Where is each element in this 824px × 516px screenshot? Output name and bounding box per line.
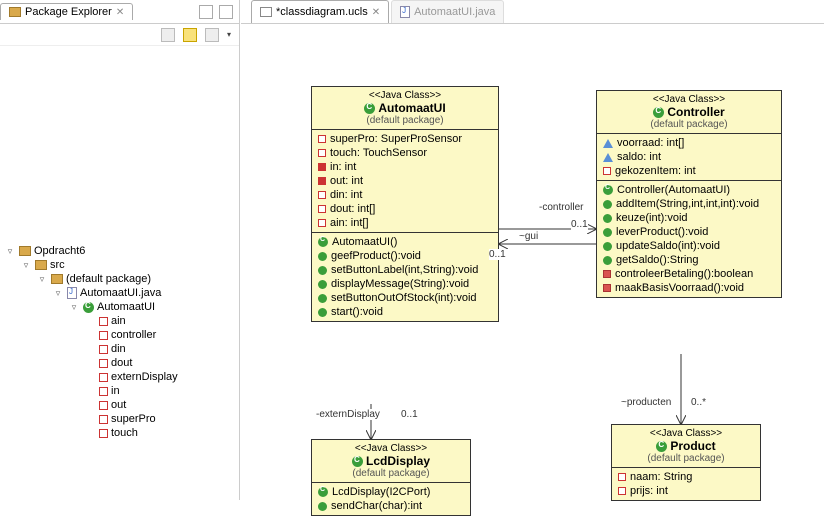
visibility-private-icon <box>603 270 611 278</box>
tree-class[interactable]: ▿AutomaatUI <box>4 300 235 314</box>
tree-field[interactable]: externDisplay <box>4 370 235 384</box>
visibility-public-icon <box>318 294 327 303</box>
visibility-public-icon <box>318 502 327 511</box>
project-icon <box>19 246 31 256</box>
visibility-public-icon <box>603 214 612 223</box>
visibility-private-icon <box>603 167 611 175</box>
visibility-public-icon <box>318 308 327 317</box>
visibility-default-icon <box>318 177 326 185</box>
collapse-all-icon[interactable] <box>161 28 175 42</box>
package-explorer-panel: Package Explorer ✕ ▾ ▿Opdracht6 ▿src ▿(d… <box>0 0 240 500</box>
assoc-card-producten: 0..* <box>691 397 706 408</box>
visibility-public-icon <box>603 242 612 251</box>
class-diagram[interactable]: <<Java Class>> AutomaatUI (default packa… <box>241 24 824 500</box>
class-icon <box>83 302 94 313</box>
left-tabbar: Package Explorer ✕ <box>0 0 239 24</box>
field-icon <box>99 359 108 368</box>
visibility-private-icon <box>618 487 626 495</box>
constructor-icon <box>318 237 328 247</box>
visibility-package-icon <box>603 153 613 162</box>
assoc-card-controller: 0..1 <box>571 219 588 230</box>
visibility-private-icon <box>318 135 326 143</box>
field-icon <box>99 429 108 438</box>
tree-field[interactable]: ain <box>4 314 235 328</box>
package-icon <box>9 7 21 17</box>
constructor-icon <box>603 185 613 195</box>
field-icon <box>99 415 108 424</box>
src-icon <box>35 260 47 270</box>
tree-field[interactable]: superPro <box>4 412 235 426</box>
package-tree: ▿Opdracht6 ▿src ▿(default package) ▿Auto… <box>0 236 239 448</box>
close-icon[interactable]: ✕ <box>116 7 124 18</box>
class-icon <box>653 107 664 118</box>
tree-field[interactable]: din <box>4 342 235 356</box>
field-icon <box>99 387 108 396</box>
view-menu-icon[interactable]: ▾ <box>227 30 231 39</box>
uml-class-automaatui[interactable]: <<Java Class>> AutomaatUI (default packa… <box>311 86 499 322</box>
visibility-private-icon <box>318 205 326 213</box>
visibility-public-icon <box>603 200 612 209</box>
editor-area: *classdiagram.ucls ✕ AutomaatUI.java <<J… <box>241 0 824 500</box>
uml-class-product[interactable]: <<Java Class>> Product (default package)… <box>611 424 761 501</box>
uml-class-lcddisplay[interactable]: <<Java Class>> LcdDisplay (default packa… <box>311 439 471 516</box>
tree-src[interactable]: ▿src <box>4 258 235 272</box>
tab-classdiagram[interactable]: *classdiagram.ucls ✕ <box>251 0 389 23</box>
close-icon[interactable]: ✕ <box>372 7 380 18</box>
class-icon <box>656 441 667 452</box>
visibility-private-icon <box>318 219 326 227</box>
ucls-icon <box>260 7 272 17</box>
assoc-label-externdisplay: -externDisplay <box>316 409 380 420</box>
visibility-private-icon <box>618 473 626 481</box>
tree-field[interactable]: touch <box>4 426 235 440</box>
package-explorer-title: Package Explorer <box>25 6 112 18</box>
field-icon <box>99 401 108 410</box>
visibility-package-icon <box>603 139 613 148</box>
tree-field[interactable]: dout <box>4 356 235 370</box>
visibility-default-icon <box>318 163 326 171</box>
tree-javafile[interactable]: ▿AutomaatUI.java <box>4 286 235 300</box>
field-icon <box>99 317 108 326</box>
visibility-public-icon <box>318 252 327 261</box>
assoc-card-externdisplay: 0..1 <box>401 409 418 420</box>
constructor-icon <box>318 487 328 497</box>
maximize-icon[interactable] <box>219 5 233 19</box>
java-file-icon <box>67 287 77 299</box>
tab-automaatui[interactable]: AutomaatUI.java <box>391 0 504 23</box>
explorer-toolbar: ▾ <box>0 24 239 46</box>
class-icon <box>364 103 375 114</box>
tree-package[interactable]: ▿(default package) <box>4 272 235 286</box>
visibility-public-icon <box>603 228 612 237</box>
assoc-label-gui: ~gui <box>519 231 538 242</box>
minimize-icon[interactable] <box>199 5 213 19</box>
focus-icon[interactable] <box>205 28 219 42</box>
java-file-icon <box>400 6 410 18</box>
field-icon <box>99 345 108 354</box>
assoc-label-producten: ~producten <box>621 397 671 408</box>
package-icon <box>51 274 63 284</box>
field-icon <box>99 373 108 382</box>
link-editor-icon[interactable] <box>183 28 197 42</box>
visibility-public-icon <box>603 256 612 265</box>
visibility-public-icon <box>318 266 327 275</box>
tree-field[interactable]: in <box>4 384 235 398</box>
tree-project[interactable]: ▿Opdracht6 <box>4 244 235 258</box>
tree-field[interactable]: controller <box>4 328 235 342</box>
uml-class-controller[interactable]: <<Java Class>> Controller (default packa… <box>596 90 782 298</box>
field-icon <box>99 331 108 340</box>
class-icon <box>352 456 363 467</box>
assoc-label-controller: -controller <box>539 202 583 213</box>
visibility-private-icon <box>603 284 611 292</box>
assoc-card-gui: 0..1 <box>489 249 506 260</box>
editor-tabbar: *classdiagram.ucls ✕ AutomaatUI.java <box>241 0 824 24</box>
tree-field[interactable]: out <box>4 398 235 412</box>
visibility-private-icon <box>318 149 326 157</box>
visibility-private-icon <box>318 191 326 199</box>
package-explorer-tab[interactable]: Package Explorer ✕ <box>0 3 133 20</box>
visibility-public-icon <box>318 280 327 289</box>
